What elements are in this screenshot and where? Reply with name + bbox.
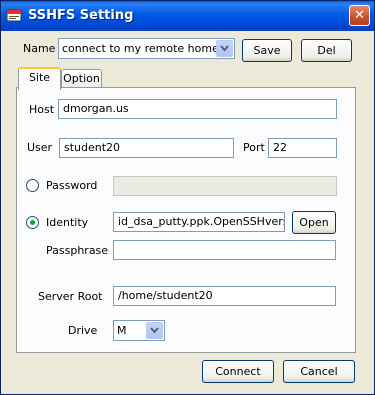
host-field[interactable]: dmorgan.us [58,99,337,119]
password-radio[interactable] [26,179,39,192]
title-bar[interactable]: SSHFS Setting ✕ [1,1,374,31]
app-icon [6,7,22,23]
radio-selected-dot [30,220,35,225]
password-field [113,176,337,196]
user-field[interactable]: student20 [59,138,234,158]
server-root-field[interactable]: /home/student20 [113,286,336,306]
port-label: Port [243,141,265,154]
port-field[interactable]: 22 [268,138,337,158]
identity-label: Identity [46,216,89,229]
cancel-button[interactable]: Cancel [283,360,355,383]
connect-button[interactable]: Connect [202,360,274,383]
tab-option[interactable]: Option [61,69,102,89]
close-button[interactable]: ✕ [349,5,370,26]
server-root-label: Server Root [38,290,103,303]
close-icon: ✕ [354,8,365,23]
open-button[interactable]: Open [292,211,336,234]
del-button[interactable]: Del [301,39,352,62]
window-title: SSHFS Setting [28,8,134,23]
tab-site[interactable]: Site [18,67,61,90]
name-label: Name [23,42,56,55]
identity-radio[interactable] [26,216,39,229]
user-label: User [27,141,53,154]
passphrase-field[interactable] [113,240,336,260]
name-value: connect to my remote home [62,42,219,55]
chevron-down-icon[interactable] [216,40,233,57]
drive-combobox[interactable]: M [113,320,165,341]
sshfs-setting-window: SSHFS Setting ✕ Name connect to my remot… [0,0,375,395]
chevron-down-icon[interactable] [146,322,163,339]
drive-label: Drive [68,324,98,337]
identity-field[interactable]: id_dsa_putty.ppk.OpenSSHversion [113,212,285,232]
passphrase-label: Passphrase [46,244,109,257]
host-label: Host [29,103,55,116]
password-label: Password [46,179,98,192]
name-combobox[interactable]: connect to my remote home [58,38,235,59]
drive-value: M [117,324,127,337]
save-button[interactable]: Save [242,39,292,62]
